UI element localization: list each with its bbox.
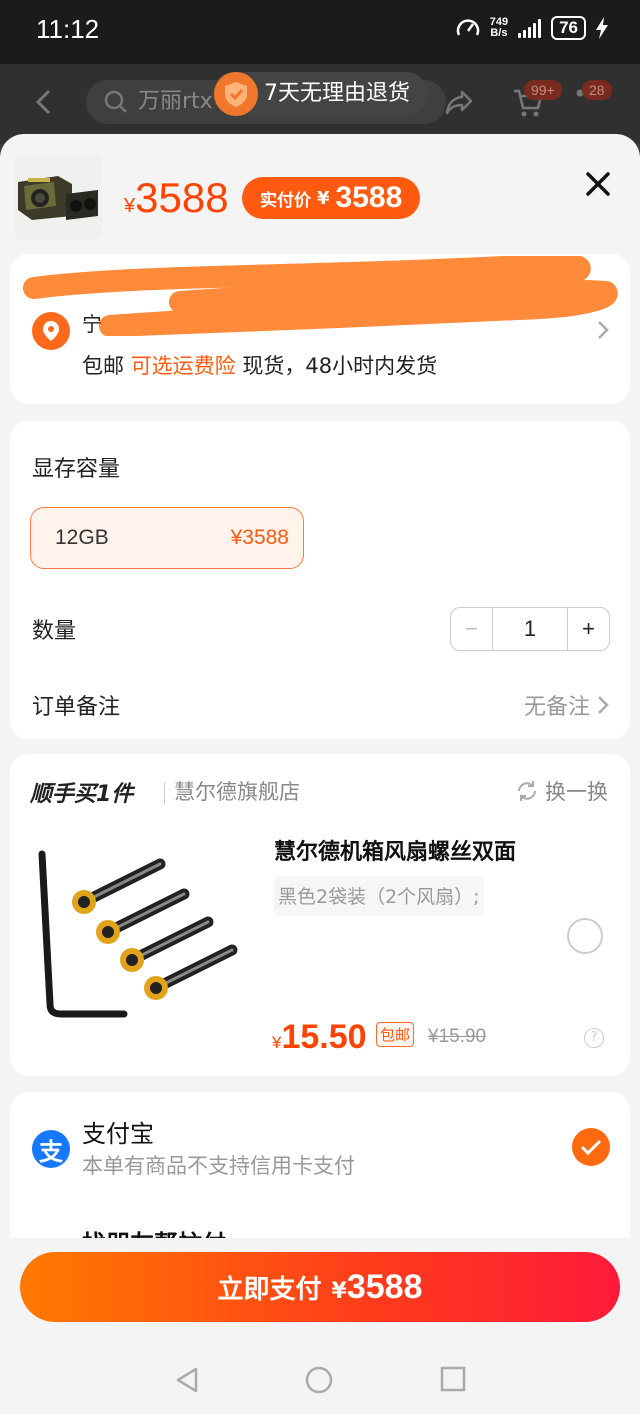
product-thumbnail — [14, 154, 102, 240]
alipay-icon: 支 — [32, 1130, 70, 1168]
speedometer-icon — [456, 19, 479, 36]
payment-method-note: 本单有商品不支持信用卡支付 — [82, 1154, 355, 1178]
addon-select-radio[interactable] — [567, 918, 603, 954]
quantity-increment-button[interactable]: + — [567, 608, 609, 650]
spec-option-12gb[interactable]: 12GB ¥3588 — [30, 507, 304, 569]
message-badge: 28 — [582, 80, 612, 100]
status-icons: 749 B/s 76 — [456, 16, 608, 40]
addon-original-price: ¥15.90 — [428, 1026, 487, 1047]
addon-card: 顺手买1件 慧尔德旗舰店 换一换 慧尔德机箱风扇螺丝双面 黑色2袋装（2个风扇）… — [10, 754, 630, 1076]
checkout-sheet: ¥3588 实付价 ¥ 3588 宁 包邮 可选运费险 现货，48小时内发货 显… — [0, 134, 640, 1344]
addon-heading: 顺手买1件 — [30, 782, 134, 807]
nav-home-icon[interactable] — [305, 1366, 333, 1394]
spec-card: 显存容量 12GB ¥3588 数量 − 1 + 订单备注 无备注 — [10, 421, 630, 739]
free-shipping-tag: 包邮 — [376, 1022, 415, 1047]
order-note-label: 订单备注 — [32, 695, 121, 720]
battery-indicator: 76 — [551, 16, 586, 40]
page-header: 万丽rtx 7天无理由退货 99+ 28 — [0, 64, 640, 144]
address-card[interactable]: 宁 包邮 可选运费险 现货，48小时内发货 — [10, 254, 630, 404]
actual-pay-price: 实付价 ¥ 3588 — [242, 177, 421, 219]
redacted-address-scribble — [23, 256, 618, 336]
quantity-label: 数量 — [32, 619, 77, 644]
nav-recents-icon[interactable] — [440, 1366, 466, 1392]
spec-option-price: ¥3588 — [230, 526, 289, 549]
charging-icon — [596, 17, 608, 39]
network-speed: 749 B/s — [489, 16, 509, 39]
pay-now-button[interactable]: 立即支付 ¥3588 — [20, 1252, 620, 1322]
status-time: 11:12 — [36, 14, 100, 44]
free-shipping-label: 包邮 — [82, 354, 124, 378]
addon-price: ¥15.50 — [272, 1018, 367, 1056]
quantity-stepper: − 1 + — [450, 607, 610, 651]
nav-back-icon[interactable] — [174, 1366, 200, 1394]
vram-title: 显存容量 — [32, 457, 121, 482]
selected-check-icon[interactable] — [572, 1128, 610, 1166]
pay-bar: 立即支付 ¥3588 — [0, 1238, 640, 1344]
spec-option-name: 12GB — [55, 526, 109, 549]
cart-badge: 99+ — [524, 80, 562, 100]
addon-title[interactable]: 慧尔德机箱风扇螺丝双面 — [274, 834, 516, 866]
quantity-decrement-button[interactable]: − — [451, 608, 493, 650]
return-policy-badge: 7天无理由退货 — [212, 72, 428, 116]
promo-text: 7天无理由退货 — [264, 81, 410, 106]
stock-info: 现货，48小时内发货 — [242, 354, 438, 378]
back-arrow-icon[interactable] — [34, 88, 54, 116]
product-price: ¥3588 — [124, 174, 229, 221]
signal-icon — [518, 18, 542, 38]
swap-button[interactable]: 换一换 — [515, 776, 608, 806]
status-bar: 11:12 749 B/s 76 — [0, 0, 640, 64]
shipping-info: 包邮 可选运费险 现货，48小时内发货 — [82, 350, 437, 380]
shield-check-icon — [214, 72, 258, 116]
quantity-value[interactable]: 1 — [493, 608, 567, 650]
search-icon — [104, 90, 127, 113]
share-icon[interactable] — [444, 88, 474, 116]
location-pin-icon — [32, 312, 70, 350]
shipping-insurance-link[interactable]: 可选运费险 — [131, 354, 236, 378]
refresh-icon — [518, 781, 536, 801]
system-nav-bar — [0, 1344, 640, 1414]
chevron-right-icon[interactable] — [596, 695, 610, 715]
divider — [164, 782, 165, 804]
addon-variant[interactable]: 黑色2袋装（2个风扇）; — [274, 876, 484, 916]
addon-product-image[interactable] — [28, 844, 258, 1034]
address-hint: 宁 — [82, 312, 102, 336]
search-text: 万丽rtx — [138, 89, 213, 114]
addon-store-name[interactable]: 慧尔德旗舰店 — [174, 776, 300, 806]
order-note-value[interactable]: 无备注 — [524, 689, 590, 721]
payment-method-name[interactable]: 支付宝 — [82, 1114, 154, 1149]
help-icon[interactable]: ? — [584, 1028, 604, 1048]
close-icon[interactable] — [582, 168, 614, 200]
chevron-right-icon — [598, 321, 609, 339]
